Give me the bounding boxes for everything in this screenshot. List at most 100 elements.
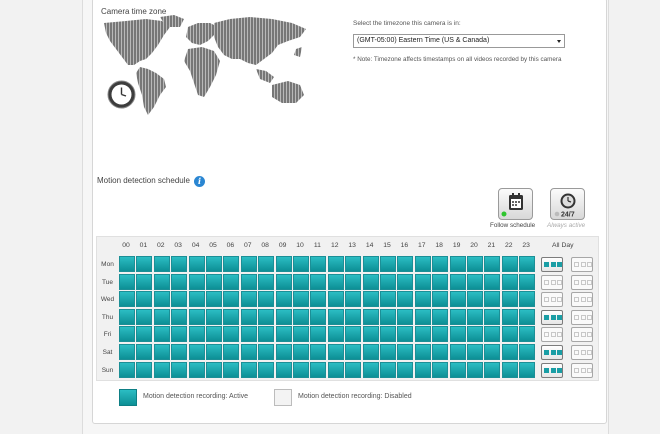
schedule-cell[interactable] — [380, 344, 396, 360]
schedule-cell[interactable] — [414, 361, 431, 378]
schedule-cell[interactable] — [449, 361, 466, 378]
schedule-cell[interactable] — [327, 344, 344, 360]
schedule-cell[interactable] — [397, 291, 414, 308]
schedule-cell[interactable] — [171, 291, 188, 308]
schedule-cell[interactable] — [310, 344, 327, 360]
schedule-cell[interactable] — [519, 273, 536, 290]
schedule-cell[interactable] — [171, 256, 188, 272]
schedule-cell[interactable] — [362, 256, 379, 272]
schedule-cell[interactable] — [188, 291, 205, 308]
schedule-cell[interactable] — [293, 326, 309, 343]
schedule-cell[interactable] — [414, 326, 431, 343]
schedule-cell[interactable] — [136, 344, 153, 360]
schedule-cell[interactable] — [171, 344, 188, 360]
schedule-cell[interactable] — [240, 344, 257, 360]
all-day-clear-mon[interactable] — [571, 257, 593, 272]
schedule-cell[interactable] — [484, 308, 501, 325]
schedule-cell[interactable] — [327, 361, 344, 378]
schedule-cell[interactable] — [484, 344, 501, 360]
schedule-cell[interactable] — [258, 291, 275, 308]
schedule-cell[interactable] — [414, 308, 431, 325]
all-day-clear-sat[interactable] — [571, 345, 593, 360]
schedule-cell[interactable] — [467, 361, 483, 378]
schedule-cell[interactable] — [275, 326, 292, 343]
schedule-cell[interactable] — [171, 326, 188, 343]
all-day-toggle-sun[interactable] — [541, 362, 563, 378]
schedule-cell[interactable] — [293, 361, 309, 378]
schedule-cell[interactable] — [275, 308, 292, 325]
schedule-cell[interactable] — [501, 273, 518, 290]
schedule-cell[interactable] — [345, 256, 362, 272]
schedule-cell[interactable] — [293, 291, 309, 308]
schedule-cell[interactable] — [240, 256, 257, 272]
schedule-cell[interactable] — [206, 326, 222, 343]
schedule-cell[interactable] — [258, 326, 275, 343]
schedule-cell[interactable] — [501, 308, 518, 325]
schedule-cell[interactable] — [345, 326, 362, 343]
schedule-cell[interactable] — [153, 361, 170, 378]
schedule-cell[interactable] — [397, 256, 414, 272]
schedule-cell[interactable] — [519, 344, 536, 360]
schedule-cell[interactable] — [519, 308, 536, 325]
schedule-cell[interactable] — [414, 291, 431, 308]
schedule-cell[interactable] — [223, 361, 240, 378]
schedule-cell[interactable] — [206, 308, 222, 325]
schedule-cell[interactable] — [519, 361, 536, 378]
schedule-cell[interactable] — [258, 308, 275, 325]
all-day-toggle-wed[interactable] — [541, 292, 563, 308]
schedule-cell[interactable] — [223, 291, 240, 308]
schedule-cell[interactable] — [362, 291, 379, 308]
schedule-cell[interactable] — [153, 256, 170, 272]
schedule-cell[interactable] — [188, 361, 205, 378]
schedule-cell[interactable] — [397, 344, 414, 360]
all-day-toggle-thu[interactable] — [541, 309, 563, 325]
schedule-cell[interactable] — [467, 344, 483, 360]
schedule-cell[interactable] — [380, 308, 396, 325]
schedule-cell[interactable] — [258, 344, 275, 360]
schedule-cell[interactable] — [223, 326, 240, 343]
schedule-cell[interactable] — [206, 344, 222, 360]
schedule-cell[interactable] — [240, 308, 257, 325]
schedule-cell[interactable] — [293, 256, 309, 272]
schedule-cell[interactable] — [171, 361, 188, 378]
all-day-clear-fri[interactable] — [571, 327, 593, 343]
schedule-cell[interactable] — [380, 361, 396, 378]
schedule-cell[interactable] — [119, 291, 135, 308]
all-day-clear-tue[interactable] — [571, 274, 593, 290]
schedule-cell[interactable] — [345, 291, 362, 308]
schedule-cell[interactable] — [310, 326, 327, 343]
schedule-cell[interactable] — [275, 273, 292, 290]
all-day-clear-sun[interactable] — [571, 362, 593, 378]
schedule-cell[interactable] — [432, 291, 449, 308]
schedule-cell[interactable] — [345, 308, 362, 325]
schedule-cell[interactable] — [188, 344, 205, 360]
schedule-cell[interactable] — [362, 344, 379, 360]
schedule-cell[interactable] — [467, 256, 483, 272]
schedule-cell[interactable] — [206, 361, 222, 378]
schedule-cell[interactable] — [362, 273, 379, 290]
schedule-cell[interactable] — [484, 326, 501, 343]
schedule-cell[interactable] — [188, 256, 205, 272]
schedule-cell[interactable] — [345, 344, 362, 360]
timezone-select[interactable]: (GMT-05:00) Eastern Time (US & Canada) — [353, 34, 565, 48]
schedule-cell[interactable] — [519, 326, 536, 343]
schedule-cell[interactable] — [467, 308, 483, 325]
schedule-cell[interactable] — [293, 308, 309, 325]
schedule-cell[interactable] — [432, 256, 449, 272]
schedule-cell[interactable] — [380, 326, 396, 343]
schedule-cell[interactable] — [362, 326, 379, 343]
schedule-cell[interactable] — [188, 308, 205, 325]
info-icon[interactable]: i — [194, 176, 205, 187]
schedule-cell[interactable] — [310, 291, 327, 308]
schedule-cell[interactable] — [171, 273, 188, 290]
schedule-cell[interactable] — [397, 326, 414, 343]
schedule-cell[interactable] — [327, 256, 344, 272]
schedule-cell[interactable] — [223, 308, 240, 325]
schedule-cell[interactable] — [293, 273, 309, 290]
schedule-cell[interactable] — [327, 308, 344, 325]
schedule-cell[interactable] — [449, 273, 466, 290]
schedule-cell[interactable] — [275, 344, 292, 360]
schedule-cell[interactable] — [397, 361, 414, 378]
schedule-cell[interactable] — [327, 273, 344, 290]
schedule-cell[interactable] — [467, 326, 483, 343]
